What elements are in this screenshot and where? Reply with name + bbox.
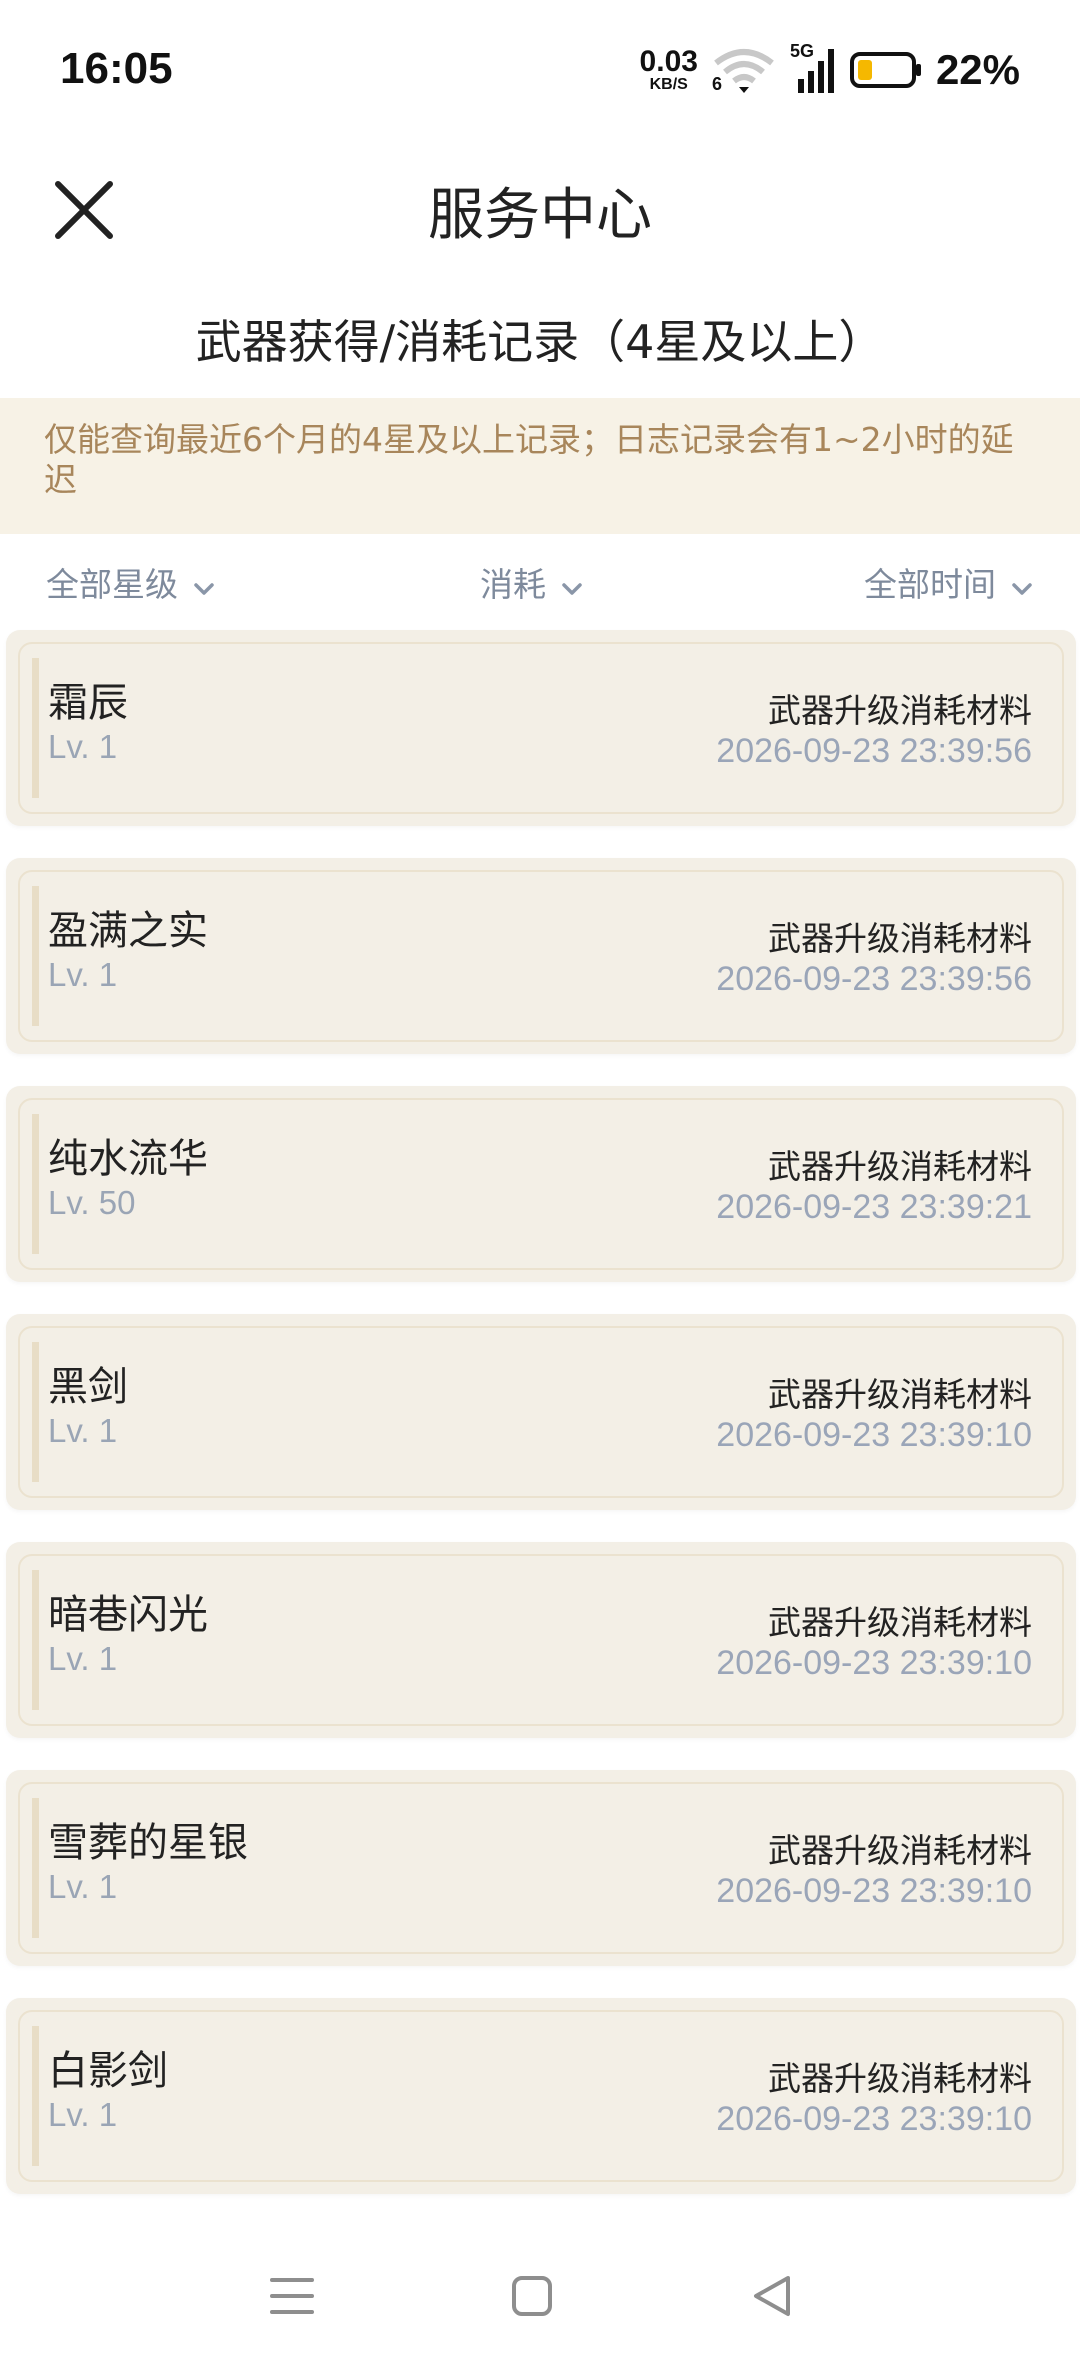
record-time: 2026-09-23 23:39:10 (716, 2100, 1032, 2138)
weapon-name: 盈满之实 (48, 908, 208, 954)
system-nav-bar (0, 2230, 1080, 2372)
back-triangle-icon (750, 2272, 794, 2324)
card-accent-bar (32, 2026, 39, 2166)
record-reason: 武器升级消耗材料 (768, 919, 1032, 958)
card-accent-bar (32, 1570, 39, 1710)
filter-time-label: 全部时间 (864, 565, 996, 604)
record-time: 2026-09-23 23:39:56 (716, 960, 1032, 998)
record-reason: 武器升级消耗材料 (768, 1147, 1032, 1186)
weapon-level: Lv. 1 (48, 728, 118, 765)
weapon-level: Lv. 1 (48, 956, 118, 993)
weapon-level: Lv. 1 (48, 2096, 118, 2133)
record-card[interactable]: 雪葬的星银 Lv. 1 武器升级消耗材料 2026-09-23 23:39:10 (6, 1770, 1076, 1966)
back-button[interactable] (740, 2266, 804, 2330)
weapon-level: Lv. 1 (48, 1412, 118, 1449)
recent-apps-button[interactable] (260, 2266, 324, 2330)
card-accent-bar (32, 1798, 39, 1938)
card-accent-bar (32, 886, 39, 1026)
record-reason: 武器升级消耗材料 (768, 1831, 1032, 1870)
status-time: 16:05 (60, 44, 173, 93)
home-button[interactable] (500, 2266, 564, 2330)
chevron-down-icon (192, 570, 216, 595)
record-card[interactable]: 盈满之实 Lv. 1 武器升级消耗材料 2026-09-23 23:39:56 (6, 858, 1076, 1054)
battery-percent: 22% (935, 46, 1020, 93)
weapon-level: Lv. 1 (48, 1640, 118, 1677)
filter-star-label: 全部星级 (46, 565, 178, 604)
record-reason: 武器升级消耗材料 (768, 1603, 1032, 1642)
record-time: 2026-09-23 23:39:10 (716, 1644, 1032, 1682)
weapon-level: Lv. 50 (48, 1184, 136, 1221)
card-accent-bar (32, 1114, 39, 1254)
record-card[interactable]: 白影剑 Lv. 1 武器升级消耗材料 2026-09-23 23:39:10 (6, 1998, 1076, 2194)
weapon-name: 黑剑 (48, 1364, 128, 1410)
notice-banner: 仅能查询最近6个月的4星及以上记录；日志记录会有1~2小时的延迟 (0, 398, 1080, 534)
filter-type-dropdown[interactable]: 消耗 (480, 558, 584, 606)
filter-time-dropdown[interactable]: 全部时间 (864, 558, 1034, 606)
net-speed: 0.03 KB/S (640, 47, 698, 93)
net-speed-unit: KB/S (649, 76, 688, 93)
weapon-name: 雪葬的星银 (48, 1820, 248, 1866)
record-time: 2026-09-23 23:39:56 (716, 732, 1032, 770)
record-reason: 武器升级消耗材料 (768, 691, 1032, 730)
weapon-name: 霜辰 (48, 680, 128, 726)
card-accent-bar (32, 658, 39, 798)
record-reason: 武器升级消耗材料 (768, 1375, 1032, 1414)
page-title: 服务中心 (428, 183, 652, 248)
weapon-name: 纯水流华 (48, 1136, 208, 1182)
square-icon (510, 2274, 554, 2322)
filter-type-label: 消耗 (480, 565, 546, 604)
filter-bar: 全部星级 消耗 全部时间 (0, 540, 1080, 622)
menu-icon (268, 2274, 316, 2322)
card-accent-bar (32, 1342, 39, 1482)
chevron-down-icon (560, 570, 584, 595)
wifi-label: 6 (711, 74, 722, 94)
section-title: 武器获得/消耗记录（4星及以上） (195, 315, 885, 369)
weapon-name: 暗巷闪光 (48, 1592, 208, 1638)
status-icons: 0.03 KB/S 6 5G 22% (640, 40, 1020, 100)
record-time: 2026-09-23 23:39:10 (716, 1872, 1032, 1910)
weapon-name: 白影剑 (48, 2048, 168, 2094)
record-time: 2026-09-23 23:39:21 (716, 1188, 1032, 1226)
filter-star-dropdown[interactable]: 全部星级 (46, 558, 216, 606)
record-time: 2026-09-23 23:39:10 (716, 1416, 1032, 1454)
status-bar: 16:05 0.03 KB/S 6 5G 22% (0, 0, 1080, 140)
record-card[interactable]: 纯水流华 Lv. 50 武器升级消耗材料 2026-09-23 23:39:21 (6, 1086, 1076, 1282)
record-card[interactable]: 黑剑 Lv. 1 武器升级消耗材料 2026-09-23 23:39:10 (6, 1314, 1076, 1510)
chevron-down-icon (1010, 570, 1034, 595)
net-speed-value: 0.03 (639, 45, 698, 78)
record-reason: 武器升级消耗材料 (768, 2059, 1032, 2098)
wifi-icon: 6 (712, 45, 776, 95)
title-bar: 服务中心 (0, 140, 1080, 270)
cell-signal-icon: 5G (790, 41, 836, 95)
record-card[interactable]: 暗巷闪光 Lv. 1 武器升级消耗材料 2026-09-23 23:39:10 (6, 1542, 1076, 1738)
battery-icon (849, 50, 922, 90)
record-card[interactable]: 霜辰 Lv. 1 武器升级消耗材料 2026-09-23 23:39:56 (6, 630, 1076, 826)
weapon-level: Lv. 1 (48, 1868, 118, 1905)
